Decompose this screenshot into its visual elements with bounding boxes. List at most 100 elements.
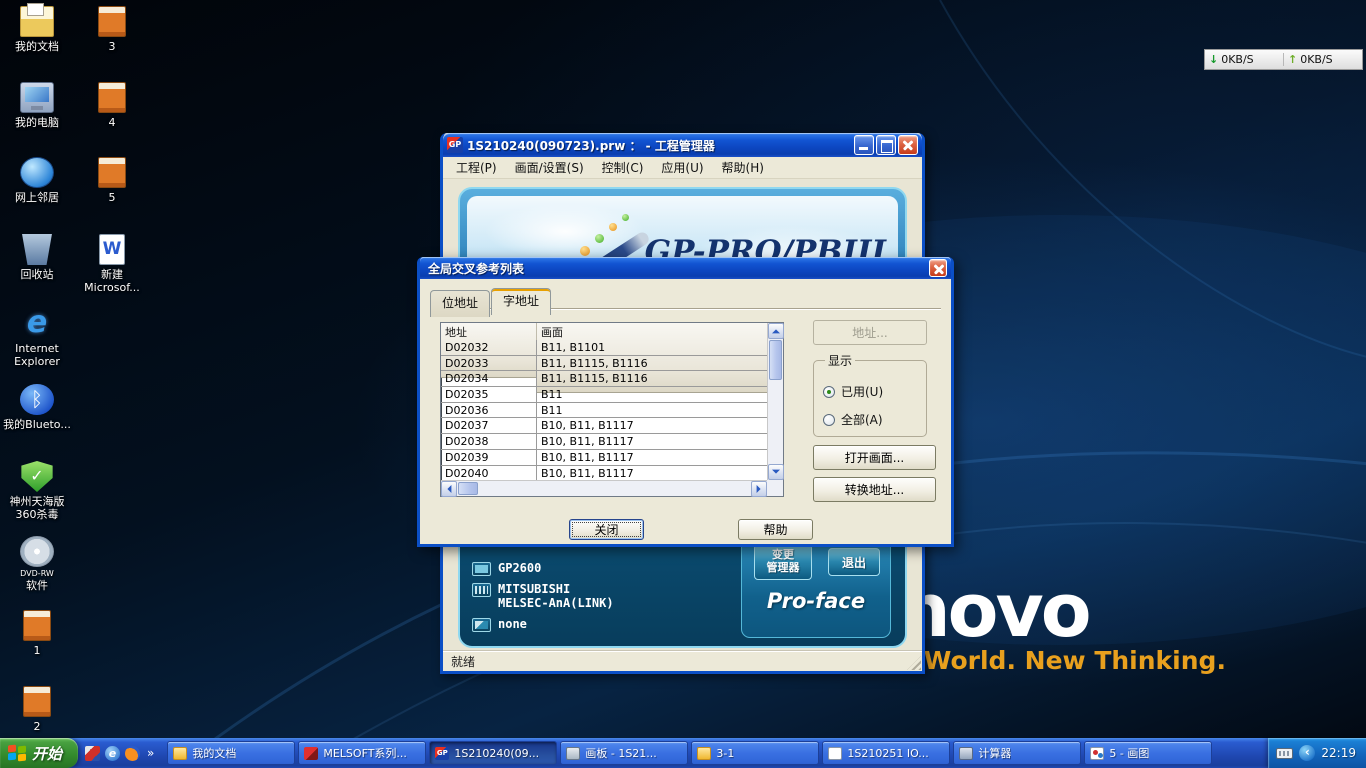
extend-serial-row: none bbox=[472, 618, 614, 632]
melsoft-icon bbox=[304, 747, 318, 760]
desktop-icon-internet-explorer[interactable]: Internet Explorer bbox=[1, 308, 73, 368]
menu-help[interactable]: 帮助(H) bbox=[713, 156, 773, 179]
dot-graphic bbox=[580, 246, 590, 256]
table-row[interactable]: D02039 B10, B11, B1117 bbox=[441, 450, 767, 466]
menu-control[interactable]: 控制(C) bbox=[593, 156, 653, 179]
icon-label: 3 bbox=[76, 40, 148, 53]
desktop-icon-dvd-software[interactable]: DVD-RW 软件 bbox=[1, 536, 73, 592]
desktop-icon-doc-2[interactable]: 2 bbox=[1, 686, 73, 733]
minimize-button[interactable] bbox=[854, 135, 874, 155]
keyboard-icon[interactable] bbox=[1276, 748, 1293, 759]
network-speed-monitor[interactable]: 0KB/S 0KB/S bbox=[1204, 49, 1363, 70]
dot-graphic bbox=[609, 223, 617, 231]
task-button-3-1[interactable]: 3-1 bbox=[691, 741, 819, 765]
book-icon bbox=[98, 6, 126, 37]
upload-speed: 0KB/S bbox=[1283, 53, 1362, 66]
status-bar: 就绪 bbox=[443, 651, 922, 671]
menu-project[interactable]: 工程(P) bbox=[447, 156, 506, 179]
scroll-left-icon[interactable] bbox=[441, 481, 457, 497]
table-row[interactable]: D02033 B11, B1115, B1116 bbox=[441, 356, 767, 372]
cell-screens: B10, B11, B1117 bbox=[537, 466, 767, 481]
scroll-down-icon[interactable] bbox=[768, 464, 784, 480]
change-manager-button[interactable]: 变更 管理器 bbox=[754, 544, 812, 580]
task-button-1s210251[interactable]: 1S210251 IO... bbox=[822, 741, 950, 765]
open-screen-button[interactable]: 打开画面... bbox=[813, 445, 936, 470]
maximize-button[interactable] bbox=[876, 135, 896, 155]
lenovo-logo-text: novo bbox=[898, 574, 1089, 648]
close-button[interactable] bbox=[898, 135, 918, 155]
address-table[interactable]: 地址 画面 D02032 B11, B1101 D02033 B11, B111… bbox=[440, 322, 784, 497]
taskbar: 开始 我的文档 MELSOFT系列... GP 1S210240(09... 画… bbox=[0, 738, 1366, 768]
scroll-up-icon[interactable] bbox=[768, 323, 784, 339]
desktop-icon-doc-1[interactable]: 1 bbox=[1, 610, 73, 657]
horizontal-scroll-thumb[interactable] bbox=[458, 482, 478, 495]
exit-button[interactable]: 退出 bbox=[828, 548, 880, 576]
internet-explorer-icon bbox=[20, 308, 54, 339]
task-button-calculator[interactable]: 计算器 bbox=[953, 741, 1081, 765]
radio-all[interactable]: 全部(A) bbox=[823, 411, 918, 428]
icon-label: 4 bbox=[76, 116, 148, 129]
desktop-icon-recycle-bin[interactable]: 回收站 bbox=[1, 234, 73, 281]
menu-application[interactable]: 应用(U) bbox=[652, 156, 712, 179]
document-icon bbox=[828, 747, 842, 760]
task-button-paint[interactable]: 5 - 画图 bbox=[1084, 741, 1212, 765]
radio-used[interactable]: 已用(U) bbox=[823, 383, 918, 400]
window-titlebar[interactable]: GP 1S210240(090723).prw ： - 工程管理器 bbox=[443, 133, 922, 157]
table-row[interactable]: D02040 B10, B11, B1117 bbox=[441, 466, 767, 481]
desktop-icon-new-word-doc[interactable]: 新建 Microsof... bbox=[76, 234, 148, 294]
task-button-1s210240[interactable]: GP 1S210240(09... bbox=[429, 741, 557, 765]
desktop-icon-my-computer[interactable]: 我的电脑 bbox=[1, 82, 73, 129]
language-input-icon[interactable] bbox=[1299, 745, 1315, 761]
table-row[interactable]: D02036 B11 bbox=[441, 403, 767, 419]
table-row[interactable]: D02035 B11 bbox=[441, 387, 767, 403]
convert-address-button[interactable]: 转换地址... bbox=[813, 477, 936, 502]
desktop-icon-doc-4[interactable]: 4 bbox=[76, 82, 148, 129]
table-row[interactable]: D02037 B10, B11, B1117 bbox=[441, 418, 767, 434]
plc-model: MELSEC-AnA(LINK) bbox=[498, 597, 614, 611]
desktop-icon-doc-3[interactable]: 3 bbox=[76, 6, 148, 53]
start-label: 开始 bbox=[32, 743, 62, 764]
dialog-close-action-button[interactable]: 关闭 bbox=[569, 519, 644, 540]
table-row[interactable]: D02034 B11, B1115, B1116 bbox=[441, 371, 767, 387]
gp-app-icon: GP bbox=[447, 137, 463, 153]
desktop-icon-network-places[interactable]: 网上邻居 bbox=[1, 157, 73, 204]
vertical-scrollbar[interactable] bbox=[767, 323, 783, 480]
dialog-titlebar[interactable]: 全局交叉参考列表 bbox=[420, 257, 951, 279]
dialog-close-button[interactable] bbox=[929, 259, 947, 277]
icon-label: 神州天海版360杀毒 bbox=[1, 495, 73, 521]
device-summary: GP2600 MITSUBISHI MELSEC-AnA(LINK) none bbox=[472, 562, 614, 632]
desktop-icon-antivirus[interactable]: 神州天海版360杀毒 bbox=[1, 461, 73, 521]
desktop-icon-my-documents[interactable]: 我的文档 bbox=[1, 6, 73, 53]
quick-launch-app-icon[interactable] bbox=[85, 746, 100, 761]
task-button-drawing-board[interactable]: 画板 - 1S21... bbox=[560, 741, 688, 765]
dialog-help-button[interactable]: 帮助 bbox=[738, 519, 813, 540]
horizontal-scrollbar[interactable] bbox=[441, 480, 767, 496]
task-button-my-documents[interactable]: 我的文档 bbox=[167, 741, 295, 765]
menu-screen-settings[interactable]: 画面/设置(S) bbox=[506, 156, 593, 179]
table-row[interactable]: D02038 B10, B11, B1117 bbox=[441, 434, 767, 450]
extend-serial-icon bbox=[472, 618, 491, 632]
vertical-scroll-thumb[interactable] bbox=[769, 340, 782, 380]
proface-logo: Pro-face bbox=[742, 589, 890, 613]
desktop-icon-bluetooth[interactable]: 我的Blueto... bbox=[1, 384, 73, 431]
icon-label: 网上邻居 bbox=[1, 191, 73, 204]
quick-launch-bar bbox=[78, 746, 163, 761]
start-button[interactable]: 开始 bbox=[0, 738, 78, 768]
quick-launch-browser-icon[interactable] bbox=[125, 746, 140, 761]
quick-launch-expand-icon[interactable] bbox=[145, 746, 156, 760]
tab-bit-address[interactable]: 位地址 bbox=[430, 290, 490, 317]
drawing-board-icon bbox=[566, 747, 580, 760]
quick-launch-ie-icon[interactable] bbox=[105, 746, 120, 761]
antivirus-shield-icon bbox=[20, 461, 54, 492]
lenovo-tagline-text: w World. New Thinking. bbox=[892, 646, 1226, 675]
gp-icon: GP bbox=[435, 747, 449, 760]
clock[interactable]: 22:19 bbox=[1321, 746, 1356, 760]
table-row[interactable]: D02032 B11, B1101 bbox=[441, 340, 767, 356]
book-icon bbox=[98, 157, 126, 188]
scroll-right-icon[interactable] bbox=[751, 481, 767, 497]
task-button-melsoft[interactable]: MELSOFT系列... bbox=[298, 741, 426, 765]
tab-word-address[interactable]: 字地址 bbox=[491, 288, 551, 315]
desktop-icon-doc-5[interactable]: 5 bbox=[76, 157, 148, 204]
scrollbar-corner bbox=[767, 480, 783, 496]
resize-grip[interactable] bbox=[907, 656, 921, 670]
